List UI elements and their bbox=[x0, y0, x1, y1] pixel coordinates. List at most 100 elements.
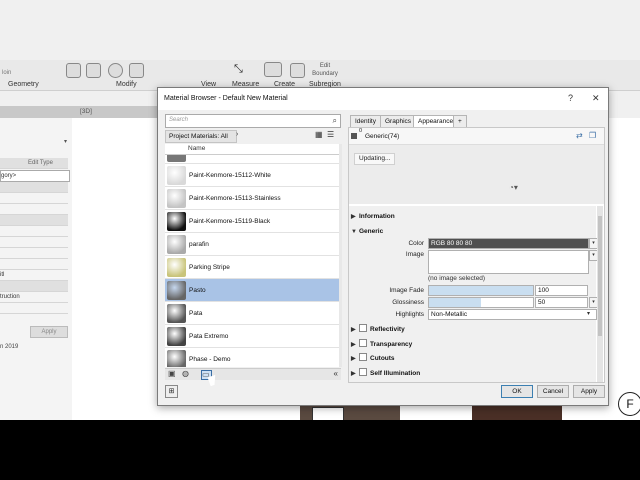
collapse-library-icon[interactable]: « bbox=[334, 369, 338, 378]
section-self-illumination[interactable]: ▶ Self Illumination bbox=[351, 368, 420, 379]
help-button[interactable]: ? bbox=[568, 93, 573, 103]
close-button[interactable]: ✕ bbox=[592, 93, 600, 104]
preview-options-icon[interactable]: ◔▾ bbox=[509, 183, 518, 192]
material-list-item[interactable]: Phase - Demo bbox=[165, 348, 339, 367]
section-label: Cutouts bbox=[370, 355, 395, 362]
chevron-right-icon[interactable]: › bbox=[236, 131, 238, 138]
material-browser-dialog: Material Browser - Default New Material … bbox=[157, 87, 609, 406]
panel-row-label: itl bbox=[0, 272, 5, 278]
create-material-icon[interactable]: ◍ bbox=[182, 370, 191, 378]
color-field[interactable]: RGB 80 80 80 bbox=[428, 238, 589, 249]
self-illumination-checkbox[interactable] bbox=[359, 368, 367, 376]
grid-view-icon[interactable]: ▦ bbox=[315, 130, 324, 139]
cancel-button[interactable]: Cancel bbox=[537, 385, 569, 398]
filter-field[interactable]: gory> bbox=[0, 170, 70, 182]
material-preview: Updating... ◔▾ bbox=[349, 145, 604, 204]
list-item-partial[interactable] bbox=[165, 155, 339, 164]
material-swatch bbox=[167, 189, 186, 208]
material-list-item[interactable]: parafin bbox=[165, 233, 339, 256]
panel-section-header[interactable] bbox=[0, 215, 68, 226]
search-input[interactable]: Search ⌕ bbox=[165, 114, 341, 128]
tab-add[interactable]: + bbox=[453, 115, 467, 127]
material-list-item[interactable]: Paint-Kenmore-15119-Black bbox=[165, 210, 339, 233]
ribbon-partial-label: loin bbox=[2, 70, 12, 76]
asset-header: 0 Generic(74) ⇄ ❐ bbox=[349, 128, 604, 145]
section-reflectivity[interactable]: ▶ Reflectivity bbox=[351, 324, 405, 335]
library-menu-icon[interactable]: ▣ bbox=[168, 370, 177, 378]
measure-icon[interactable]: ⤡ bbox=[234, 63, 247, 76]
image-fade-value[interactable]: 100 bbox=[535, 285, 588, 296]
rotate-icon[interactable] bbox=[108, 63, 123, 78]
edit-type-button[interactable]: Edit Type bbox=[28, 158, 53, 168]
image-fade-slider-fill bbox=[429, 286, 533, 295]
glossiness-value[interactable]: 50 bbox=[535, 297, 588, 308]
edit-boundary-button[interactable]: Edit Boundary bbox=[312, 62, 338, 78]
asset-name: Generic(74) bbox=[365, 133, 400, 140]
mirror-icon[interactable] bbox=[129, 63, 144, 78]
material-list-item[interactable]: Parking Stripe bbox=[165, 256, 339, 279]
image-field[interactable] bbox=[428, 250, 589, 274]
ribbon-group-geometry: Geometry bbox=[8, 81, 39, 88]
panel-row bbox=[0, 193, 68, 204]
cutouts-checkbox[interactable] bbox=[359, 353, 367, 361]
section-cutouts[interactable]: ▶ Cutouts bbox=[351, 353, 395, 364]
list-view-icon[interactable]: ☰ bbox=[327, 130, 336, 139]
section-transparency[interactable]: ▶ Transparency bbox=[351, 339, 412, 350]
material-list-item[interactable]: Pata Extremo bbox=[165, 325, 339, 348]
reflectivity-checkbox[interactable] bbox=[359, 324, 367, 332]
project-materials-filter[interactable]: Project Materials: All bbox=[165, 130, 237, 143]
panel-section-header[interactable] bbox=[0, 182, 68, 193]
material-name: Paint-Kenmore-15112-White bbox=[189, 172, 271, 179]
image-fade-slider[interactable] bbox=[428, 285, 534, 296]
project-browser-item[interactable]: n 2019 bbox=[0, 344, 18, 350]
tab-appearance[interactable]: Appearance bbox=[413, 115, 459, 127]
appearance-properties: ▶ Information ▼ Generic Color RGB 80 80 80… bbox=[349, 206, 598, 382]
material-list-item[interactable]: Paint-Kenmore-15113-Stainless bbox=[165, 187, 339, 210]
type-selector[interactable]: Edit Type bbox=[0, 158, 68, 169]
material-list-item[interactable]: Paint-Kenmore-15112-White bbox=[165, 164, 339, 187]
properties-scrollbar-thumb[interactable] bbox=[598, 216, 602, 336]
panel-row bbox=[0, 237, 68, 248]
expand-icon: ▶ bbox=[351, 371, 356, 377]
apply-properties-button[interactable]: Apply bbox=[30, 326, 68, 338]
section-label: Reflectivity bbox=[370, 326, 405, 333]
ribbon-group-modify: Modify bbox=[116, 81, 137, 88]
material-name: Pasto bbox=[189, 287, 206, 294]
section-label: Transparency bbox=[370, 341, 413, 348]
material-swatch bbox=[167, 304, 186, 323]
transparency-checkbox[interactable] bbox=[359, 339, 367, 347]
panel-row bbox=[0, 259, 68, 270]
tab-3d[interactable]: [3D] bbox=[80, 108, 92, 115]
material-list-item[interactable]: Pasto bbox=[165, 279, 339, 302]
material-list-item[interactable]: Pata bbox=[165, 302, 339, 325]
section-generic[interactable]: ▼ Generic bbox=[351, 226, 383, 237]
panel-row bbox=[0, 204, 68, 215]
tab-identity[interactable]: Identity bbox=[350, 115, 381, 127]
asset-library-button[interactable]: ⊞ bbox=[165, 385, 178, 398]
apply-button[interactable]: Apply bbox=[573, 385, 605, 398]
highlights-chevron-down-icon[interactable]: ▾ bbox=[587, 310, 590, 317]
no-image-text: (no image selected) bbox=[428, 275, 486, 282]
create-group-icon[interactable] bbox=[290, 63, 305, 78]
list-column-header[interactable]: Name bbox=[165, 144, 339, 155]
list-scrollbar[interactable] bbox=[339, 144, 342, 367]
duplicate-asset-icon[interactable]: ❐ bbox=[589, 131, 598, 140]
dialog-titlebar[interactable]: Material Browser - Default New Material … bbox=[158, 88, 608, 110]
material-list[interactable]: Paint-Kenmore-15112-White Paint-Kenmore-1… bbox=[165, 155, 339, 367]
ok-button[interactable]: OK bbox=[501, 385, 533, 398]
tab-graphics[interactable]: Graphics bbox=[380, 115, 417, 127]
replace-asset-icon[interactable]: ⇄ bbox=[576, 131, 585, 140]
panel-section-header[interactable] bbox=[0, 281, 68, 292]
section-information[interactable]: ▶ Information bbox=[351, 211, 395, 222]
highlights-select[interactable]: Non-Metallic bbox=[428, 309, 597, 320]
glossiness-slider[interactable] bbox=[428, 297, 534, 308]
dialog-title: Material Browser - Default New Material bbox=[164, 95, 288, 102]
material-swatch bbox=[167, 350, 186, 367]
move-icon[interactable] bbox=[66, 63, 81, 78]
create-icon[interactable] bbox=[264, 62, 282, 77]
properties-scrollbar[interactable] bbox=[597, 206, 603, 382]
copy-icon[interactable] bbox=[86, 63, 101, 78]
image-fade-label: Image Fade bbox=[389, 287, 424, 294]
chevron-down-icon[interactable]: ▾ bbox=[64, 138, 67, 145]
material-name: parafin bbox=[189, 241, 209, 248]
